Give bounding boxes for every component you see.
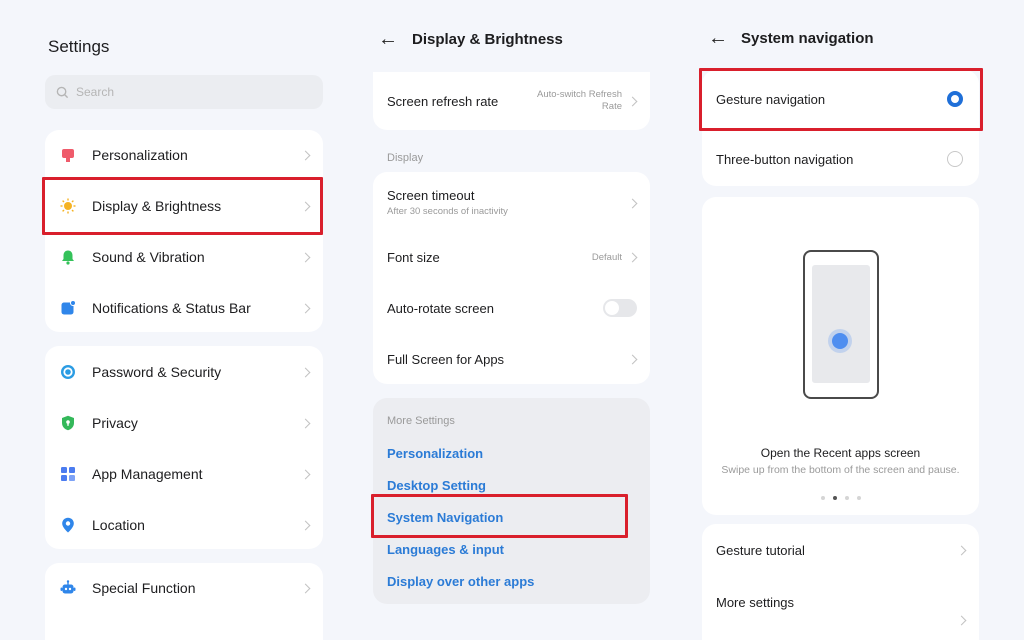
search-input[interactable]: Search xyxy=(45,75,323,109)
chevron-right-icon xyxy=(300,150,311,160)
refresh-rate-card: Screen refresh rate Auto-switch Refresh … xyxy=(373,72,650,130)
sidebar-item-label: Location xyxy=(92,517,145,533)
sidebar-item-special-function[interactable]: Special Function xyxy=(45,563,323,613)
chevron-right-icon xyxy=(300,252,311,262)
display-brightness-panel: ← Display & Brightness Screen refresh ra… xyxy=(360,0,665,640)
back-arrow-icon[interactable]: ← xyxy=(708,28,728,48)
notification-icon xyxy=(61,300,76,315)
illustration-title: Open the Recent apps screen xyxy=(760,446,921,460)
three-button-navigation-label: Three-button navigation xyxy=(716,151,854,167)
link-languages-input[interactable]: Languages & input xyxy=(387,542,504,557)
screen-timeout-label: Screen timeout xyxy=(387,188,475,203)
target-lock-icon xyxy=(61,365,75,379)
gesture-tutorial-row[interactable]: Gesture tutorial xyxy=(702,525,979,575)
font-size-value: Default xyxy=(591,251,622,263)
phone-illustration xyxy=(803,250,879,399)
auto-rotate-toggle[interactable] xyxy=(603,299,637,317)
search-placeholder: Search xyxy=(76,85,115,99)
display-settings-card: Screen timeout After 30 seconds of inact… xyxy=(373,172,650,384)
page-title: System navigation xyxy=(741,30,874,47)
page-indicator xyxy=(702,496,979,500)
personalization-icon xyxy=(62,149,74,162)
screen-timeout-row[interactable]: Screen timeout After 30 seconds of inact… xyxy=(373,178,650,228)
screen-refresh-rate-row[interactable]: Screen refresh rate Auto-switch Refresh … xyxy=(373,76,650,126)
sidebar-item-label: Sound & Vibration xyxy=(92,249,205,265)
sidebar-item-label: Personalization xyxy=(92,147,188,163)
refresh-rate-value: Auto-switch Refresh Rate xyxy=(536,89,622,112)
radio-unselected-icon[interactable] xyxy=(947,151,963,167)
location-pin-icon xyxy=(62,517,74,533)
illustration-card: Open the Recent apps screen Swipe up fro… xyxy=(702,197,979,515)
option-three-button-navigation[interactable]: Three-button navigation xyxy=(702,134,979,184)
section-label-display: Display xyxy=(387,152,424,164)
toggle-knob xyxy=(605,301,619,315)
screen-timeout-sub: After 30 seconds of inactivity xyxy=(387,206,508,217)
illustration-subtitle: Swipe up from the bottom of the screen a… xyxy=(721,464,960,476)
search-icon xyxy=(56,86,69,98)
bell-icon xyxy=(62,250,74,265)
link-personalization[interactable]: Personalization xyxy=(387,446,483,461)
chevron-right-icon xyxy=(627,252,638,262)
page-title: Settings xyxy=(48,37,110,56)
apps-grid-icon xyxy=(61,467,75,481)
link-display-over-apps[interactable]: Display over other apps xyxy=(387,574,534,589)
chevron-right-icon xyxy=(956,615,967,626)
sidebar-item-app-management[interactable]: App Management xyxy=(45,449,323,499)
sidebar-item-label: Notifications & Status Bar xyxy=(92,300,251,316)
phone-screen xyxy=(812,265,870,383)
robot-icon xyxy=(60,580,76,594)
settings-panel: Settings Search Personalization Display … xyxy=(30,0,340,640)
sidebar-item-label: App Management xyxy=(92,466,203,482)
sidebar-item-label: Special Function xyxy=(92,580,196,596)
font-size-label: Font size xyxy=(387,249,440,265)
chevron-right-icon xyxy=(956,545,967,555)
system-navigation-panel: ← System navigation Gesture navigation T… xyxy=(690,0,995,640)
highlight-box-system-navigation xyxy=(371,494,628,538)
link-desktop-setting[interactable]: Desktop Setting xyxy=(387,478,486,493)
chevron-right-icon xyxy=(300,520,311,530)
page-title: Display & Brightness xyxy=(412,31,563,48)
chevron-right-icon xyxy=(627,354,638,364)
font-size-row[interactable]: Font size Default xyxy=(373,232,650,282)
more-settings-label: More settings xyxy=(716,594,795,610)
sidebar-item-password-security[interactable]: Password & Security xyxy=(45,347,323,397)
gesture-tutorial-label: Gesture tutorial xyxy=(716,542,805,558)
chevron-right-icon xyxy=(627,96,638,106)
refresh-rate-label: Screen refresh rate xyxy=(387,93,499,109)
sidebar-item-privacy[interactable]: Privacy xyxy=(45,398,323,448)
full-screen-apps-row[interactable]: Full Screen for Apps xyxy=(373,334,650,384)
chevron-right-icon xyxy=(300,367,311,377)
more-options-card: Gesture tutorial More settings xyxy=(702,524,979,640)
sidebar-item-sound-vibration[interactable]: Sound & Vibration xyxy=(45,232,323,282)
sidebar-item-notifications[interactable]: Notifications & Status Bar xyxy=(45,283,323,333)
auto-rotate-label: Auto-rotate screen xyxy=(387,300,494,316)
chevron-right-icon xyxy=(300,303,311,313)
section-label-more-settings: More Settings xyxy=(387,415,455,427)
sidebar-item-personalization[interactable]: Personalization xyxy=(45,130,323,180)
chevron-right-icon xyxy=(300,583,311,593)
highlight-box-gesture-navigation xyxy=(699,68,983,131)
touch-point-icon xyxy=(832,333,848,349)
back-arrow-icon[interactable]: ← xyxy=(378,29,398,49)
more-settings-row[interactable]: More settings xyxy=(702,577,979,627)
chevron-right-icon xyxy=(300,418,311,428)
sidebar-item-label: Password & Security xyxy=(92,364,222,380)
sidebar-item-location[interactable]: Location xyxy=(45,500,323,550)
auto-rotate-row: Auto-rotate screen xyxy=(373,283,650,333)
full-screen-apps-label: Full Screen for Apps xyxy=(387,351,505,367)
chevron-right-icon xyxy=(300,469,311,479)
highlight-box-display-brightness xyxy=(42,177,323,235)
shield-icon xyxy=(62,415,74,431)
settings-group-2: Password & Security Privacy App Manageme… xyxy=(45,346,323,549)
sidebar-item-label: Privacy xyxy=(92,415,138,431)
settings-group-3: Special Function xyxy=(45,563,323,640)
